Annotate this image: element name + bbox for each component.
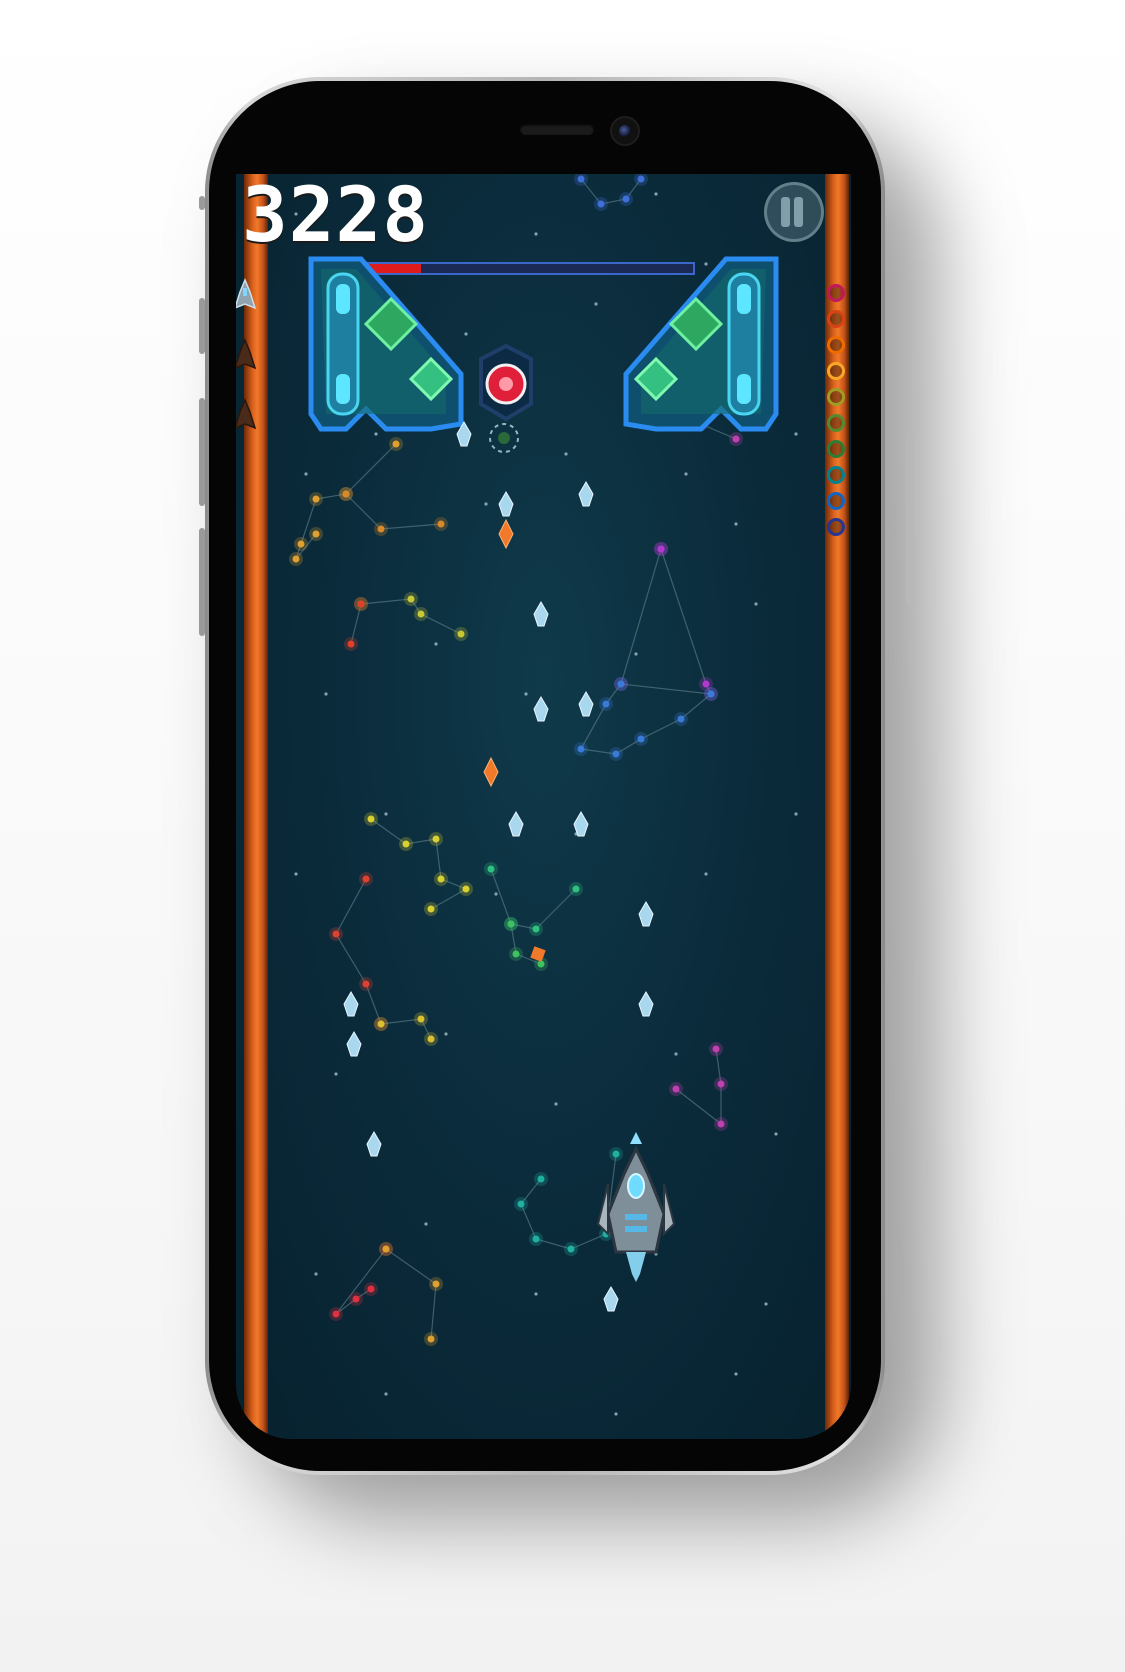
player-bullet [578,691,594,717]
player-bullet [638,991,654,1017]
player-ship-wing-right [663,1183,676,1237]
player-ship-stripe [625,1214,647,1220]
boss-target-core [498,432,510,444]
earpiece-speaker [520,124,594,135]
boss-ship-icon [308,256,779,453]
player-ship-muzzle-flash [630,1132,642,1144]
player-bullet [343,991,359,1017]
enemy-bullet [483,756,499,788]
player-ship-thrust [626,1252,646,1282]
enemy-projectile [530,946,546,962]
enemy-bullet [498,518,514,550]
boss-core-glint [499,377,513,391]
player-ship-icon [596,1132,676,1282]
player-bullet [578,481,594,507]
front-camera [610,116,640,146]
player-ship-hull [606,1145,666,1254]
player-ship-wing-left [596,1183,609,1237]
player-bullet [508,811,524,837]
game-objects-layer [308,256,779,1312]
player-bullet [638,901,654,927]
player-bullet [366,1131,382,1157]
boss-wing-light [737,284,751,314]
player-bullet [573,811,589,837]
boss-left-wing [308,256,464,432]
boss-wing-light [336,284,350,314]
player-bullet [346,1031,362,1057]
player-bullet [533,696,549,722]
boss-right-wing [623,256,779,432]
player-bullet [603,1286,619,1312]
player-bullet [498,491,514,517]
player-ship-cockpit [627,1173,645,1199]
boss-wing-light [336,374,350,404]
boss-wing-light [737,374,751,404]
player-ship-stripe [625,1226,647,1232]
game-screen[interactable]: 3228 [236,174,851,1439]
power-button [906,436,914,604]
player-bullet [533,601,549,627]
